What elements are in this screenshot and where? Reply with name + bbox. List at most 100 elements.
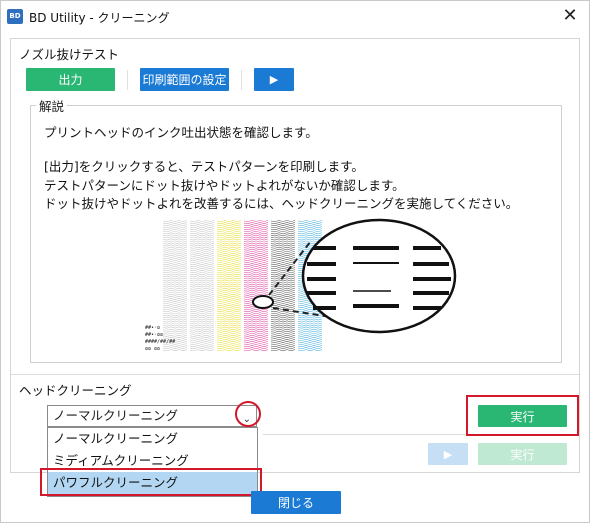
pattern-line <box>189 261 215 263</box>
pattern-line <box>216 306 242 309</box>
pattern-line <box>216 341 242 343</box>
pattern-line <box>216 289 242 292</box>
pattern-line <box>189 297 215 300</box>
pattern-line <box>162 295 188 298</box>
pattern-line <box>189 248 215 251</box>
pattern-line <box>162 310 188 313</box>
pattern-line <box>270 256 296 259</box>
pattern-line <box>189 281 215 284</box>
pattern-line <box>162 248 188 251</box>
pattern-line <box>270 254 296 257</box>
powerful-option-highlight <box>40 468 262 496</box>
pattern-line <box>162 281 188 284</box>
pattern-line <box>162 318 188 321</box>
play-button[interactable]: ▶ <box>254 68 294 91</box>
pattern-line <box>216 220 242 222</box>
pattern-line <box>189 332 215 335</box>
pattern-line <box>189 310 215 313</box>
pattern-line <box>216 300 242 302</box>
pattern-line <box>189 341 215 343</box>
pattern-line <box>243 318 269 321</box>
pattern-line <box>270 261 296 263</box>
pattern-line <box>270 349 296 352</box>
pattern-line <box>243 263 269 265</box>
pattern-line <box>216 279 242 282</box>
pattern-line <box>216 252 242 255</box>
pattern-line <box>243 224 269 227</box>
pattern-line <box>216 314 242 317</box>
pattern-line <box>189 230 215 233</box>
option-normal-cleaning[interactable]: ノーマルクリーニング <box>48 428 257 450</box>
pattern-line <box>162 302 188 304</box>
pattern-line <box>243 279 269 282</box>
pattern-line <box>243 324 269 327</box>
pattern-line <box>216 349 242 352</box>
pattern-line <box>243 345 269 347</box>
pattern-line <box>189 326 215 329</box>
print-range-settings-button[interactable]: 印刷範囲の設定 <box>140 68 229 91</box>
close-button[interactable]: 閉じる <box>251 491 341 514</box>
pattern-line <box>270 336 296 339</box>
pattern-line <box>270 328 296 331</box>
pattern-line <box>243 283 269 286</box>
pattern-line <box>216 318 242 321</box>
pattern-line <box>270 279 296 282</box>
pattern-line <box>162 334 188 337</box>
explanation-line-1: プリントヘッドのインク吐出状態を確認します。 <box>44 125 318 140</box>
pattern-line <box>216 267 242 270</box>
pattern-line <box>162 269 188 272</box>
pattern-line <box>216 273 242 276</box>
pattern-line <box>297 226 323 229</box>
pattern-line <box>270 246 296 249</box>
execute-button-highlight <box>466 395 579 436</box>
nozzle-test-title: ノズル抜けテスト <box>19 47 120 62</box>
test-pattern-illustration: ##•·ʘ ##•·ʘʘ ####/##/## ʘʘ ʘʘ <box>145 218 457 352</box>
pattern-line <box>297 232 323 235</box>
cleaning-type-select[interactable]: ノーマルクリーニング ⌄ <box>47 405 257 427</box>
pattern-line <box>162 279 188 282</box>
pattern-line <box>162 328 188 331</box>
pattern-line <box>216 293 242 296</box>
pattern-line <box>189 285 215 288</box>
pattern-line <box>216 343 242 345</box>
pattern-line <box>270 330 296 333</box>
pattern-line <box>243 236 269 239</box>
close-window-button[interactable]: ✕ <box>557 4 583 28</box>
output-button[interactable]: 出力 <box>26 68 115 91</box>
pattern-line <box>243 285 269 288</box>
pattern-line <box>243 341 269 343</box>
pattern-line <box>270 316 296 319</box>
pattern-line <box>189 226 215 229</box>
pattern-line <box>270 318 296 321</box>
pattern-line <box>270 338 296 341</box>
pattern-line <box>216 254 242 257</box>
pattern-line <box>189 347 215 350</box>
pattern-line <box>162 291 188 294</box>
pattern-line <box>297 320 323 323</box>
pattern-line <box>189 324 215 327</box>
pattern-line <box>216 259 242 261</box>
magnified-view-circle <box>301 218 457 334</box>
pattern-line <box>189 246 215 249</box>
pattern-line <box>270 226 296 229</box>
toolbar-divider <box>127 70 128 90</box>
secondary-play-button[interactable]: ▶ <box>428 443 468 465</box>
secondary-execute-button[interactable]: 実行 <box>478 443 567 465</box>
pattern-line <box>270 220 296 222</box>
pattern-line <box>297 238 323 241</box>
pattern-line <box>243 330 269 333</box>
pattern-line <box>216 322 242 325</box>
pattern-line <box>216 336 242 339</box>
pattern-line <box>189 256 215 259</box>
pattern-label-line: ##•·ʘʘ <box>145 332 163 338</box>
pattern-line <box>243 267 269 270</box>
pattern-line <box>270 310 296 313</box>
pattern-line <box>189 343 215 345</box>
pattern-line <box>243 336 269 339</box>
pattern-line <box>270 343 296 345</box>
pattern-line <box>243 240 269 243</box>
pattern-line <box>243 256 269 259</box>
pattern-line <box>162 263 188 265</box>
pattern-line <box>243 328 269 331</box>
pattern-line <box>189 295 215 298</box>
